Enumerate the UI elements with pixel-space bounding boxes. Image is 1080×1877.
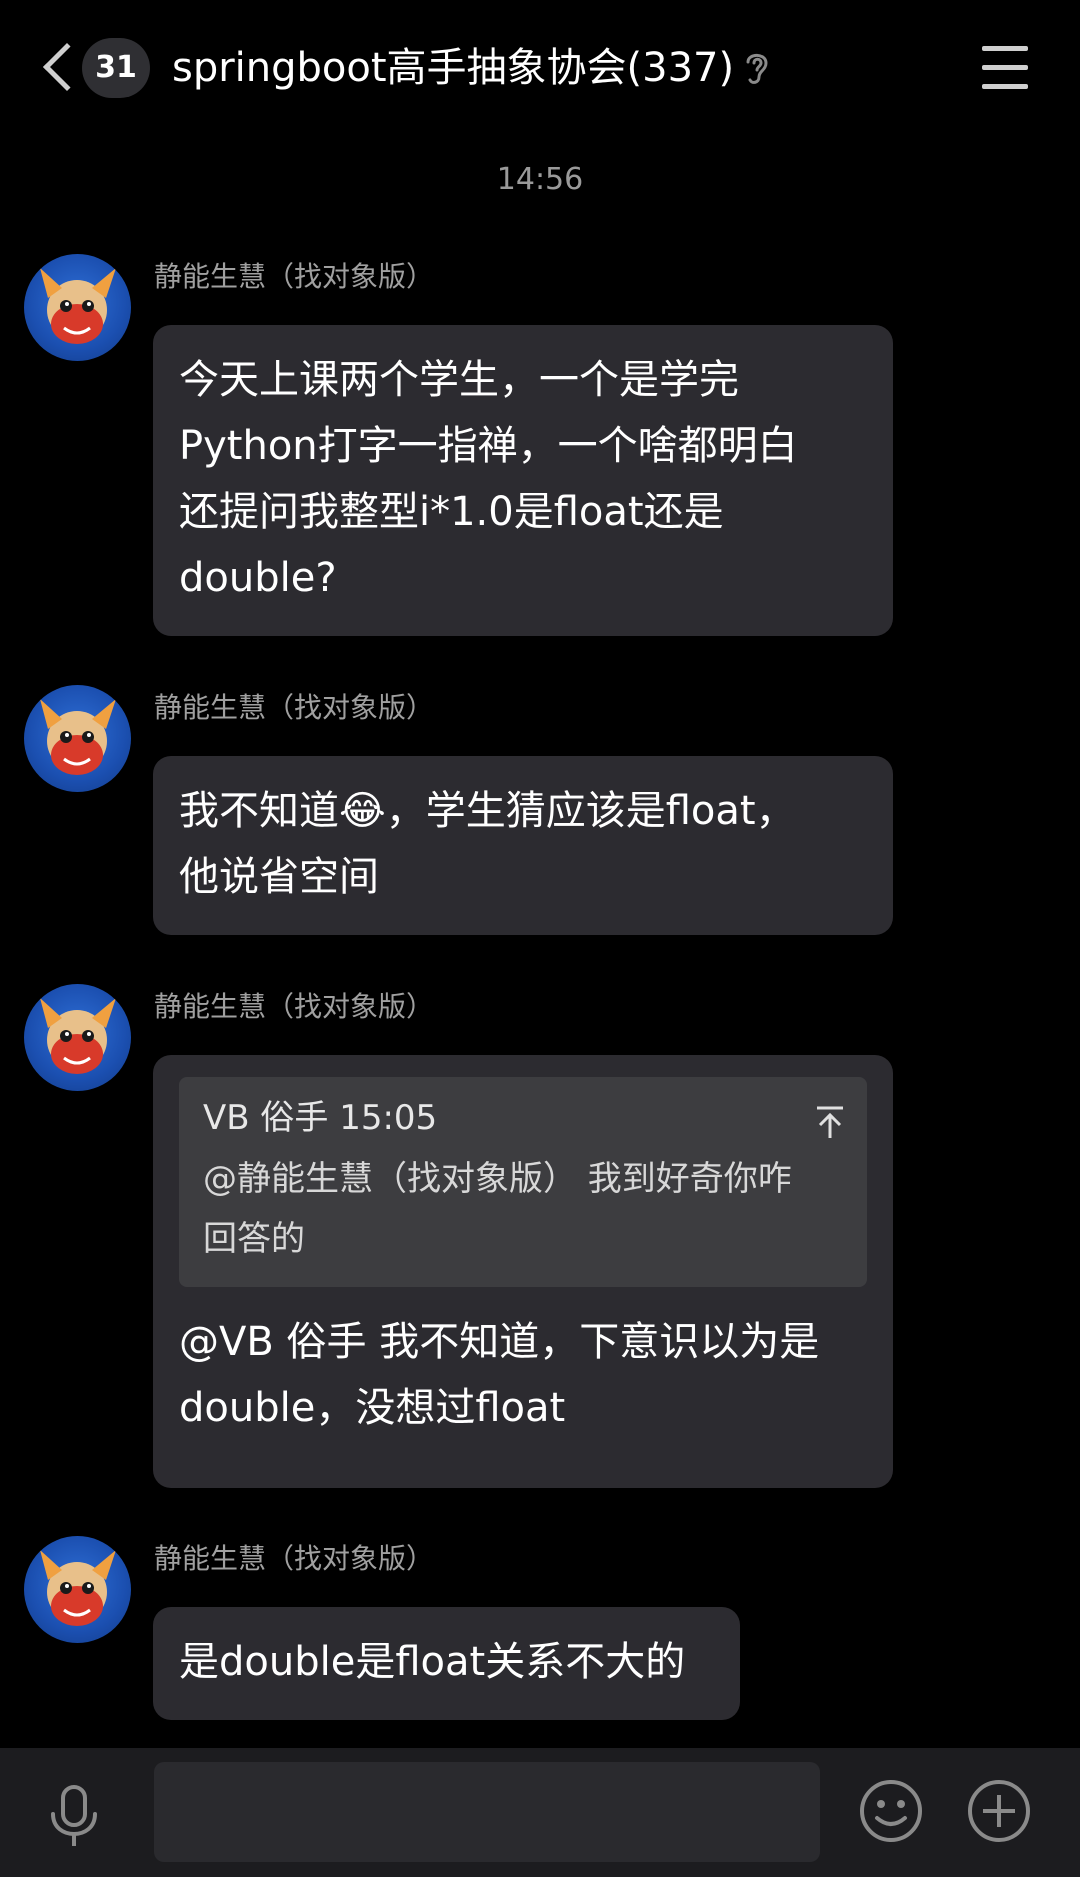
quote-text: @静能生慧（找对象版） 我到好奇你咋 回答的 [203, 1149, 843, 1269]
quote-text-line: @静能生慧（找对象版） 我到好奇你咋 [203, 1159, 792, 1199]
chat-title[interactable]: springboot高手抽象协会(337) [172, 38, 734, 98]
menu-icon[interactable] [982, 46, 1028, 90]
time-divider: 14:56 [496, 162, 584, 197]
message-bubble[interactable]: 今天上课两个学生，一个是学完 Python打字一指禅，一个啥都明白 还提问我整型… [153, 325, 893, 636]
message-text-line: Python打字一指禅，一个啥都明白 [179, 423, 798, 469]
message-text-line: 是double是float关系不大的 [179, 1639, 686, 1685]
plus-circle-icon[interactable] [966, 1778, 1032, 1844]
dragon-avatar-icon [40, 998, 116, 1074]
message-text-line: double? [179, 555, 337, 601]
sender-name[interactable]: 静能生慧（找对象版） [154, 688, 434, 728]
message-text-line: double，没想过float [179, 1385, 566, 1431]
message-text-line: 我不知道😂，学生猜应该是float， [179, 788, 796, 834]
message-text-line: 还提问我整型i*1.0是float还是 [179, 489, 724, 535]
message-text-line: 今天上课两个学生，一个是学完 [179, 357, 739, 403]
smiley-icon[interactable] [858, 1778, 924, 1844]
sender-name[interactable]: 静能生慧（找对象版） [154, 257, 434, 297]
dragon-avatar-icon [40, 268, 116, 344]
sender-name[interactable]: 静能生慧（找对象版） [154, 987, 434, 1027]
quoted-message[interactable]: VB 俗手 15:05 @静能生慧（找对象版） 我到好奇你咋 回答的 [179, 1077, 867, 1287]
sender-name[interactable]: 静能生慧（找对象版） [154, 1539, 434, 1579]
microphone-icon[interactable] [46, 1784, 102, 1850]
avatar[interactable] [24, 685, 131, 792]
avatar[interactable] [24, 1536, 131, 1643]
chat-header: 31 springboot高手抽象协会(337) [0, 0, 1080, 136]
ear-icon[interactable] [742, 48, 772, 88]
avatar[interactable] [24, 254, 131, 361]
quote-text-line: 回答的 [203, 1219, 305, 1259]
message-input[interactable] [154, 1762, 820, 1862]
avatar[interactable] [24, 984, 131, 1091]
back-button[interactable]: 31 [36, 38, 150, 98]
unread-count-badge: 31 [82, 38, 150, 98]
message-bubble[interactable]: VB 俗手 15:05 @静能生慧（找对象版） 我到好奇你咋 回答的 @VB 俗… [153, 1055, 893, 1488]
dragon-avatar-icon [40, 1550, 116, 1626]
dragon-avatar-icon [40, 699, 116, 775]
input-bar [0, 1748, 1080, 1877]
arrow-up-to-top-icon[interactable] [815, 1105, 845, 1139]
message-text-line: 他说省空间 [179, 854, 379, 900]
message-text-line: @VB 俗手 我不知道，下意识以为是 [179, 1319, 820, 1365]
quote-author-time: VB 俗手 15:05 [203, 1098, 438, 1138]
message-bubble[interactable]: 是double是float关系不大的 [153, 1607, 740, 1720]
message-bubble[interactable]: 我不知道😂，学生猜应该是float， 他说省空间 [153, 756, 893, 935]
